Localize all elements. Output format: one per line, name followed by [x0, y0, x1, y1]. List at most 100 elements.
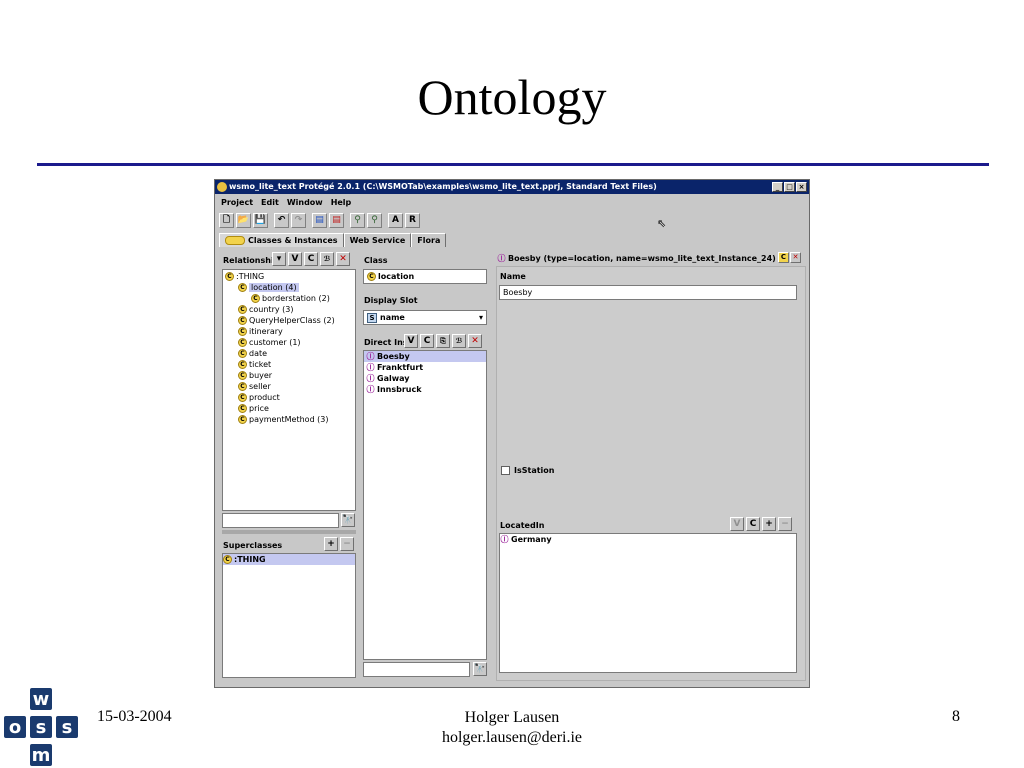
create-instance-button[interactable]: C [420, 334, 434, 348]
class-tree-item[interactable]: Cborderstation (2) [223, 293, 355, 304]
class-search-input[interactable] [222, 513, 339, 528]
superclasses-list: C:THING [222, 553, 356, 678]
close-button[interactable]: × [796, 182, 807, 192]
footer-email[interactable]: holger.lausen@deri.ie [412, 728, 612, 748]
superclasses-label: Superclasses [223, 541, 283, 550]
relationship-label: Relationship [223, 256, 280, 265]
view-instance-button[interactable]: V [404, 334, 418, 348]
class-icon: C [238, 338, 247, 347]
delete-class-icon[interactable]: ✕ [336, 252, 350, 266]
window-titlebar[interactable]: wsmo_lite_text Protégé 2.0.1 (C:\WSMOTab… [215, 180, 809, 194]
class-icon: C [238, 283, 247, 292]
class-tree-item[interactable]: C QueryHelperClass (2) [223, 315, 355, 326]
remove-superclass-button[interactable]: − [340, 537, 354, 551]
instance-list-item[interactable]: Ⓘ Boesby [364, 351, 486, 362]
footer-author: Holger Lausen [464, 709, 560, 726]
class-icon: C [238, 404, 247, 413]
save-project-icon[interactable]: 💾 [253, 213, 268, 228]
class-tree: C:THING Clocation (4) Cborderstation (2) Cc… [222, 269, 356, 511]
class-tree-item[interactable]: CpaymentMethod (3) [223, 414, 355, 425]
tree-icon[interactable]: ⚲ [350, 213, 365, 228]
class-tree-item[interactable]: Citinerary [223, 326, 355, 337]
slot-icon: S [367, 312, 377, 323]
tab-flora[interactable]: Flora [411, 233, 447, 247]
instance-find-icon[interactable]: 🔭 [473, 662, 487, 676]
class-icon: C [238, 349, 247, 358]
maximize-button[interactable]: □ [784, 182, 795, 192]
class-tree-item[interactable]: Ccountry (3) [223, 304, 355, 315]
class-tree-item[interactable]: Cbuyer [223, 370, 355, 381]
undo-icon[interactable]: ↶ [274, 213, 289, 228]
classes-instances-icon [225, 236, 245, 245]
instance-icon: Ⓘ [366, 385, 375, 394]
title-rule [37, 163, 989, 166]
superclass-item[interactable]: C:THING [223, 554, 355, 565]
class-icon: C [238, 305, 247, 314]
instance-list-item[interactable]: Ⓘ Galway [364, 373, 486, 384]
instance-icon: Ⓘ [366, 352, 375, 361]
tree-search-icon[interactable]: ⚲ [367, 213, 382, 228]
add-superclass-button[interactable]: + [324, 537, 338, 551]
tab-classes-instances[interactable]: Classes & Instances [219, 233, 344, 247]
split-divider[interactable] [222, 530, 356, 534]
class-tree-item[interactable]: Ccustomer (1) [223, 337, 355, 348]
isstation-checkbox[interactable] [501, 466, 510, 475]
view-class-button[interactable]: V [288, 252, 302, 266]
redo-icon[interactable]: ↷ [291, 213, 306, 228]
class-tree-item[interactable]: Cseller [223, 381, 355, 392]
class-options-icon[interactable]: ℬ [320, 252, 334, 266]
class-find-icon[interactable]: 🔭 [341, 513, 355, 527]
remove-locatedin-button[interactable]: − [778, 517, 792, 531]
class-tree-item[interactable]: Clocation (4) [223, 282, 355, 293]
a-button[interactable]: A [388, 213, 403, 228]
instance-icon: Ⓘ [366, 374, 375, 383]
instance-list: Ⓘ Boesby Ⓘ Franktfurt Ⓘ Galway Ⓘ Innsbruck [363, 350, 487, 660]
minimize-button[interactable]: _ [772, 182, 783, 192]
create-locatedin-button[interactable]: C [746, 517, 760, 531]
locatedin-item[interactable]: Ⓘ Germany [500, 534, 796, 545]
instance-icon: Ⓘ [497, 254, 506, 263]
close-form-icon[interactable]: ✕ [790, 252, 801, 263]
view-locatedin-button[interactable]: V [730, 517, 744, 531]
class-icon: C [238, 393, 247, 402]
menu-window[interactable]: Window [287, 196, 323, 210]
display-slot-select[interactable]: Sname ▾ [363, 310, 487, 325]
name-input[interactable]: Boesby [499, 285, 797, 300]
menu-edit[interactable]: Edit [261, 196, 279, 210]
instance-list-item[interactable]: Ⓘ Franktfurt [364, 362, 486, 373]
class-tree-item[interactable]: Cticket [223, 359, 355, 370]
copy-instance-icon[interactable]: ⎘ [436, 334, 450, 348]
class-icon: C [238, 360, 247, 369]
paste-icon[interactable]: ▤ [329, 213, 344, 228]
form-class-icon[interactable]: C [778, 252, 789, 263]
footer-author-block: Holger Lausen holger.lausen@deri.ie [412, 708, 612, 748]
class-tree-item[interactable]: Cprice [223, 403, 355, 414]
mouse-cursor-icon: ⇖ [657, 217, 667, 230]
instance-list-item[interactable]: Ⓘ Innsbruck [364, 384, 486, 395]
add-locatedin-button[interactable]: + [762, 517, 776, 531]
name-label: Name [500, 272, 526, 281]
class-tree-item[interactable]: C:THING [223, 271, 355, 282]
instance-search-input[interactable] [363, 662, 470, 677]
copy-icon[interactable]: ▤ [312, 213, 327, 228]
open-project-icon[interactable]: 📂 [236, 213, 251, 228]
menu-project[interactable]: Project [221, 196, 253, 210]
create-class-button[interactable]: C [304, 252, 318, 266]
delete-instance-icon[interactable]: ✕ [468, 334, 482, 348]
window-title: wsmo_lite_text Protégé 2.0.1 (C:\WSMOTab… [229, 182, 657, 191]
tab-web-service[interactable]: Web Service [343, 233, 412, 247]
r-button[interactable]: R [405, 213, 420, 228]
class-label: Class [364, 256, 388, 265]
protege-app-icon [217, 182, 227, 192]
relationship-dropdown-icon[interactable]: ▾ [272, 252, 286, 266]
new-project-icon[interactable]: 🗋 [219, 213, 234, 228]
class-icon: C [238, 415, 247, 424]
menubar: Project Edit Window Help [215, 196, 351, 210]
page-number: 8 [952, 708, 960, 725]
instance-options-icon[interactable]: ℬ [452, 334, 466, 348]
window-controls: _ □ × [772, 182, 807, 192]
class-tree-item[interactable]: Cproduct [223, 392, 355, 403]
class-tree-item[interactable]: Cdate [223, 348, 355, 359]
menu-help[interactable]: Help [331, 196, 352, 210]
chevron-down-icon: ▾ [478, 313, 483, 322]
